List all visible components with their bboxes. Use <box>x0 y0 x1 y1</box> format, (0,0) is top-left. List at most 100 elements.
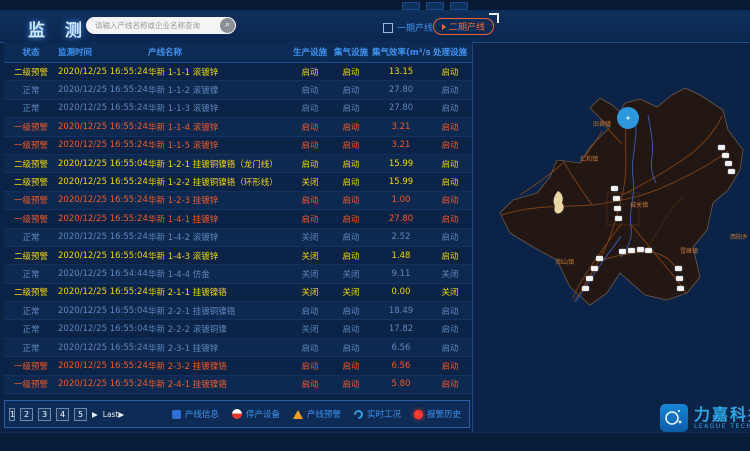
map-marker[interactable] <box>613 196 620 201</box>
legend-item-gauge[interactable]: 实时工况 <box>354 408 401 420</box>
table-row[interactable]: 一级预警2020/12/25 16:55:24华新 2-3-2 挂镀镍铬启动启动… <box>4 357 472 375</box>
map-marker[interactable] <box>676 276 683 281</box>
table-row[interactable]: 二级预警2020/12/25 16:55:04华新 1-2-1 挂镀铜镍铬（龙门… <box>4 155 472 173</box>
table-row[interactable]: 一级预警2020/12/25 16:55:24华新 2-4-1 挂镀镍铬启动启动… <box>4 376 472 394</box>
page-button[interactable]: 5 <box>74 408 87 421</box>
cell-status: 一级预警 <box>4 378 58 390</box>
table-row[interactable]: 正常2020/12/25 16:54:44华新 1-4-4 仿金关闭关闭9.11… <box>4 265 472 283</box>
cell-efficiency: 15.99 <box>372 177 430 187</box>
cell-gas: 启动 <box>330 213 372 225</box>
table-row[interactable]: 正常2020/12/25 16:55:24华新 1-1-2 滚镀镍启动启动27.… <box>4 81 472 99</box>
top-decor-tabs <box>402 2 468 10</box>
magnifier-icon[interactable]: ⌕ <box>220 18 235 33</box>
table-row[interactable]: 二级预警2020/12/25 16:55:24华新 2-1-1 挂镀镍铬关闭关闭… <box>4 284 472 302</box>
cell-treatment: 启动 <box>430 213 470 225</box>
table-row[interactable]: 正常2020/12/25 16:55:04华新 2-2-1 挂镀铜镍铬启动启动1… <box>4 302 472 320</box>
cell-gas: 启动 <box>330 102 372 114</box>
map-marker[interactable] <box>611 186 618 191</box>
map-marker[interactable] <box>677 286 684 291</box>
cell-name: 华新 1-4-3 滚镀锌 <box>148 250 290 262</box>
cell-efficiency: 9.11 <box>372 269 430 279</box>
map-marker[interactable] <box>728 169 735 174</box>
table-row[interactable]: 正常2020/12/25 16:55:04华新 2-2-2 滚镀铜镍关闭启动17… <box>4 320 472 338</box>
table-row[interactable]: 一级预警2020/12/25 16:55:24华新 1-1-4 滚镀锌启动启动3… <box>4 118 472 136</box>
map-marker[interactable] <box>718 145 725 150</box>
cell-production: 关闭 <box>290 176 330 188</box>
map-marker[interactable] <box>619 249 626 254</box>
region-map[interactable]: 旧县镇仁和镇城关镇回山镇西阳乡雪峰镇 <box>480 55 750 405</box>
map-marker[interactable] <box>586 276 593 281</box>
flag-icon <box>442 24 446 30</box>
info-square-icon <box>172 410 181 419</box>
map-marker[interactable] <box>582 286 589 291</box>
cell-efficiency: 3.21 <box>372 140 430 150</box>
brand-logo-icon <box>660 404 688 432</box>
cell-time: 2020/12/25 16:55:24 <box>58 140 148 150</box>
map-town-label: 仁和镇 <box>580 155 598 163</box>
cell-gas: 关闭 <box>330 286 372 298</box>
cell-production: 启动 <box>290 84 330 96</box>
cell-treatment: 启动 <box>430 158 470 170</box>
monitoring-dashboard: 监 测 ⌕ 一期产线 二期产线 状态监测时间产线名称生产设施集气设施集气效率(m… <box>0 0 750 450</box>
cell-treatment: 启动 <box>430 231 470 243</box>
cell-status: 一级预警 <box>4 121 58 133</box>
page-title: 监 测 <box>28 16 89 41</box>
map-marker[interactable] <box>614 206 621 211</box>
cell-efficiency: 2.52 <box>372 232 430 242</box>
cell-status: 正常 <box>4 323 58 335</box>
cell-gas: 启动 <box>330 323 372 335</box>
page-button[interactable]: 1 <box>9 408 15 421</box>
cell-production: 启动 <box>290 121 330 133</box>
cell-efficiency: 1.00 <box>372 195 430 205</box>
cell-name: 华新 2-4-1 挂镀镍铬 <box>148 378 290 390</box>
map-marker[interactable] <box>591 266 598 271</box>
legend-item-alarm-dot[interactable]: 报警历史 <box>414 408 461 420</box>
page-button[interactable]: 4 <box>56 408 69 421</box>
pagination: 12345▶Last▶ <box>13 408 124 421</box>
legend-item-warning-triangle[interactable]: 产线预警 <box>293 408 341 420</box>
cell-name: 华新 1-2-2 挂镀铜镍铬（环形线） <box>148 176 290 188</box>
map-marker[interactable] <box>645 248 652 253</box>
table-row[interactable]: 一级预警2020/12/25 16:55:24华新 1-2-3 挂镀锌启动启动1… <box>4 192 472 210</box>
search-box[interactable]: ⌕ <box>86 17 236 34</box>
table-row[interactable]: 二级预警2020/12/25 16:55:24华新 1-2-2 挂镀铜镍铬（环形… <box>4 173 472 191</box>
cell-status: 正常 <box>4 84 58 96</box>
cell-production: 启动 <box>290 139 330 151</box>
brand-logo: 力嘉科技 LEAGUE TECH <box>660 404 750 432</box>
map-marker[interactable] <box>628 248 635 253</box>
map-marker[interactable] <box>596 256 603 261</box>
map-marker[interactable] <box>637 247 644 252</box>
cell-gas: 启动 <box>330 176 372 188</box>
table-row[interactable]: 正常2020/12/25 16:55:24华新 1-4-2 滚镀锌关闭启动2.5… <box>4 229 472 247</box>
map-marker[interactable] <box>675 266 682 271</box>
next-page-button[interactable]: ▶ <box>92 410 98 419</box>
map-marker[interactable] <box>725 161 732 166</box>
search-input[interactable] <box>86 21 220 30</box>
last-page-button[interactable]: Last▶ <box>103 410 124 419</box>
cell-treatment: 启动 <box>430 342 470 354</box>
cell-name: 华新 1-1-5 滚镀锌 <box>148 139 290 151</box>
legend-item-stop-circle[interactable]: 停产设备 <box>232 408 280 420</box>
cell-treatment: 启动 <box>430 250 470 262</box>
table-row[interactable]: 二级预警2020/12/25 16:55:04华新 1-4-3 滚镀锌关闭启动1… <box>4 247 472 265</box>
legend-item-info-square[interactable]: 产线信息 <box>172 408 219 420</box>
table-row[interactable]: 一级预警2020/12/25 16:55:24华新 1-4-1 挂镀锌启动启动2… <box>4 210 472 228</box>
phase2-button[interactable]: 二期产线 <box>433 18 494 35</box>
cluster-marker[interactable] <box>617 107 639 129</box>
table-row[interactable]: 一级预警2020/12/25 16:55:24华新 1-1-5 滚镀锌启动启动3… <box>4 137 472 155</box>
page-button[interactable]: 2 <box>20 408 33 421</box>
page-button[interactable]: 3 <box>38 408 51 421</box>
map-marker[interactable] <box>722 153 729 158</box>
phase1-checkbox[interactable]: 一期产线 <box>383 21 433 34</box>
table-row[interactable]: 正常2020/12/25 16:55:24华新 1-1-3 滚镀锌启动启动27.… <box>4 100 472 118</box>
cell-name: 华新 2-2-1 挂镀铜镍铬 <box>148 305 290 317</box>
cell-name: 华新 1-4-2 滚镀锌 <box>148 231 290 243</box>
bottom-toolbar: 12345 ▶ Last▶ 产线信息 停产设备 产线预警 实时工况 报警历史 <box>4 400 470 428</box>
bottom-strip <box>0 432 750 451</box>
table-row[interactable]: 正常2020/12/25 16:55:24华新 2-3-1 挂镀锌启动启动6.5… <box>4 339 472 357</box>
cell-time: 2020/12/25 16:55:24 <box>58 214 148 224</box>
table-row[interactable]: 二级预警2020/12/25 16:55:24华新 1-1-1 滚镀锌启动启动1… <box>4 63 472 81</box>
map-marker[interactable] <box>615 216 622 221</box>
cell-production: 启动 <box>290 194 330 206</box>
cell-status: 二级预警 <box>4 176 58 188</box>
